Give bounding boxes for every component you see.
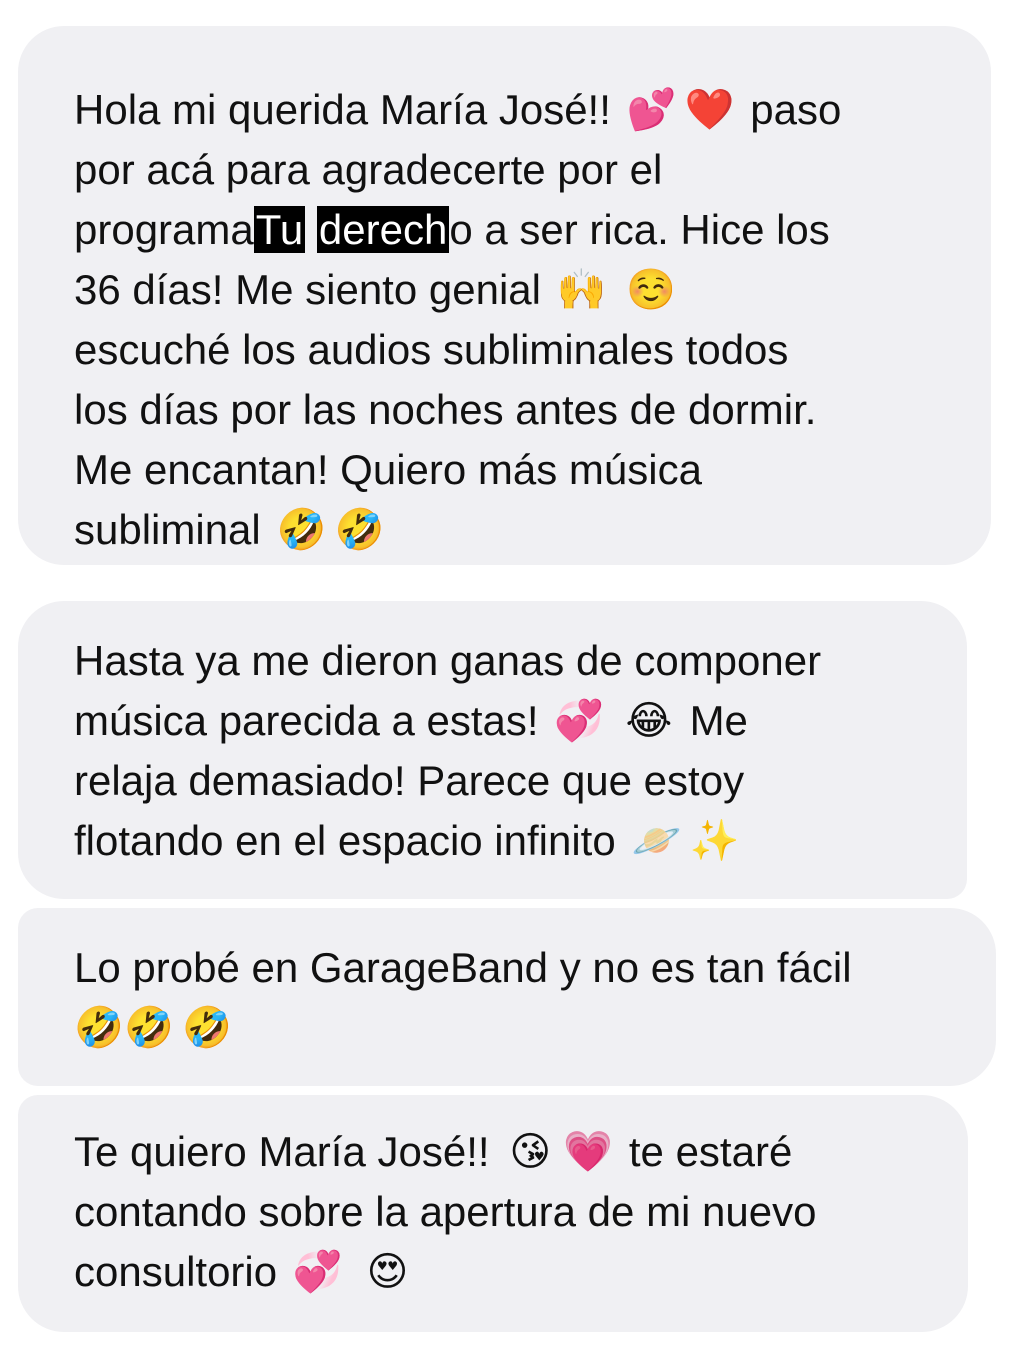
message-text <box>611 266 623 313</box>
message-text: subliminal <box>74 506 273 553</box>
revolving-hearts-icon: 💞 <box>554 698 605 744</box>
message-bubble-1[interactable]: Hola mi querida María José!! 💕 ❤️ paso po… <box>18 26 991 565</box>
smiling-face-icon: ☺️ <box>626 267 677 313</box>
message-line: Hola mi querida María José!! 💕 ❤️ paso <box>74 80 991 140</box>
message-line: relaja demasiado! Parece que estoy <box>74 751 967 811</box>
message-text: o a ser rica. Hice los <box>449 206 830 253</box>
revolving-hearts-icon: 💞 <box>292 1249 343 1295</box>
message-text: contando sobre la apertura de mi nuevo <box>74 1188 817 1235</box>
message-text: escuché los audios subliminales todos <box>74 326 789 373</box>
message-text: Hasta ya me dieron ganas de componer <box>74 637 822 684</box>
message-line: programaTu derecho a ser rica. Hice los <box>74 200 991 260</box>
sparkles-icon: ✨ <box>689 818 740 864</box>
message-text: Lo probé en GarageBand y no es tan fácil <box>74 944 852 991</box>
message-line: los días por las noches antes de dormir. <box>74 380 991 440</box>
rofl-face-icon: 🤣 <box>334 507 385 553</box>
message-text: música parecida a estas! <box>74 697 551 744</box>
message-line: consultorio 💞 😍 <box>74 1242 968 1302</box>
kissing-face-icon: 😘 <box>509 1129 552 1175</box>
message-text: consultorio <box>74 1248 289 1295</box>
redacted-text: derech <box>316 206 450 253</box>
red-heart-icon: ❤️ <box>684 87 735 133</box>
message-line: subliminal 🤣 🤣 <box>74 500 991 560</box>
message-text: Me encantan! Quiero más música <box>74 446 702 493</box>
message-text <box>347 1248 359 1295</box>
rofl-face-icon: 🤣 <box>276 507 327 553</box>
two-hearts-icon: 💕 <box>626 87 677 133</box>
redacted-text: Tu <box>253 206 306 253</box>
tears-of-joy-icon: 😂 <box>625 698 673 744</box>
message-line: 🤣🤣 🤣 <box>74 998 996 1058</box>
message-text: Me <box>677 697 748 744</box>
message-text: programa <box>74 206 254 253</box>
message-line: contando sobre la apertura de mi nuevo <box>74 1182 968 1242</box>
rofl-face-icon: 🤣 <box>124 1005 174 1051</box>
message-line: Hasta ya me dieron ganas de componer <box>74 631 967 691</box>
message-text: te estaré <box>617 1128 793 1175</box>
message-line: 36 días! Me siento genial 🙌 ☺️ <box>74 260 991 320</box>
message-line: Lo probé en GarageBand y no es tan fácil <box>74 938 996 998</box>
message-bubble-3[interactable]: Lo probé en GarageBand y no es tan fácil… <box>18 908 996 1086</box>
message-text: por acá para agradecerte por el <box>74 146 663 193</box>
message-text: relaja demasiado! Parece que estoy <box>74 757 745 804</box>
rofl-face-icon: 🤣 <box>182 1005 232 1051</box>
message-text <box>305 206 317 253</box>
message-line: flotando en el espacio infinito 🪐 ✨ <box>74 811 967 871</box>
rofl-face-icon: 🤣 <box>74 1005 124 1051</box>
message-line: Me encantan! Quiero más música <box>74 440 991 500</box>
message-text <box>608 697 620 744</box>
message-text: Te quiero María José!! <box>74 1128 502 1175</box>
message-text: Hola mi querida María José!! <box>74 86 623 133</box>
message-bubble-2[interactable]: Hasta ya me dieron ganas de componer mús… <box>18 601 967 899</box>
message-bubble-4[interactable]: Te quiero María José!! 😘 💗 te estaré cont… <box>18 1095 968 1332</box>
message-line: por acá para agradecerte por el <box>74 140 991 200</box>
message-text: 36 días! Me siento genial <box>74 266 553 313</box>
raising-hands-icon: 🙌 <box>556 267 607 313</box>
pink-heart-icon: 💗 <box>563 1129 614 1175</box>
heart-eyes-face-icon: 😍 <box>366 1249 409 1295</box>
message-line: música parecida a estas! 💞 😂 Me <box>74 691 967 751</box>
message-line: escuché los audios subliminales todos <box>74 320 991 380</box>
ringed-planet-icon: 🪐 <box>631 818 682 864</box>
message-text: flotando en el espacio infinito <box>74 817 628 864</box>
message-text: paso <box>738 86 842 133</box>
message-line: Te quiero María José!! 😘 💗 te estaré <box>74 1122 968 1182</box>
message-text: los días por las noches antes de dormir. <box>74 386 817 433</box>
